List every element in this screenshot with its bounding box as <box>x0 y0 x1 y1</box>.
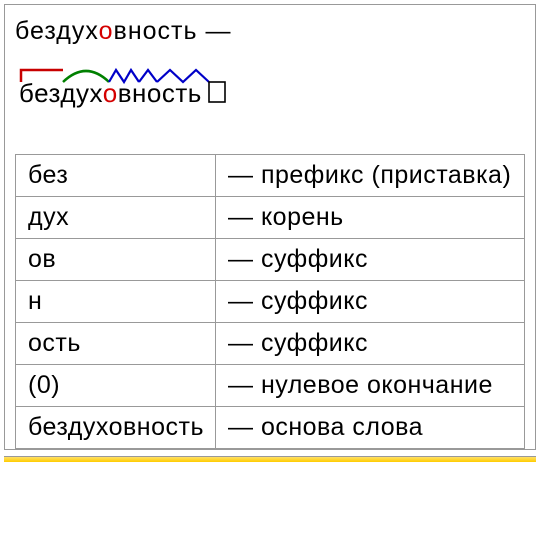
morph-cell: ость <box>16 323 216 365</box>
morph-cell: ов <box>16 239 216 281</box>
table-row: н— суффикс <box>16 281 525 323</box>
headline-pre: бездух <box>15 17 99 45</box>
desc-cell: — суффикс <box>216 323 525 365</box>
morpheme-accent: о <box>103 78 118 108</box>
desc-cell: — основа слова <box>216 407 525 449</box>
morpheme-diagram: бездуховность <box>19 64 229 114</box>
headline-accent: о <box>99 17 114 45</box>
morph-cell: н <box>16 281 216 323</box>
morph-cell: (0) <box>16 365 216 407</box>
morph-cell: дух <box>16 197 216 239</box>
desc-cell: — корень <box>216 197 525 239</box>
table-row: ость— суффикс <box>16 323 525 365</box>
table-row: без— префикс (приставка) <box>16 155 525 197</box>
morpheme-post: вность <box>118 78 202 108</box>
ending-box-icon <box>209 82 225 102</box>
morph-cell: без <box>16 155 216 197</box>
table-row: ов— суффикс <box>16 239 525 281</box>
morph-cell: бездуховность <box>16 407 216 449</box>
table-row: бездуховность— основа слова <box>16 407 525 449</box>
headline-word: бездуховность— <box>15 17 525 46</box>
morpheme-table: без— префикс (приставка)дух— кореньов— с… <box>15 154 525 449</box>
footer-bar <box>4 456 536 462</box>
headline-dash: — <box>198 17 232 45</box>
table-row: (0)— нулевое окончание <box>16 365 525 407</box>
morpheme-word: бездуховность <box>19 78 202 108</box>
desc-cell: — нулевое окончание <box>216 365 525 407</box>
desc-cell: — префикс (приставка) <box>216 155 525 197</box>
analysis-panel: бездуховность— бездуховность без— префик… <box>4 4 536 450</box>
table-row: дух— корень <box>16 197 525 239</box>
desc-cell: — суффикс <box>216 281 525 323</box>
morpheme-pre: бездух <box>19 78 103 108</box>
desc-cell: — суффикс <box>216 239 525 281</box>
headline-post: вность <box>114 17 198 45</box>
